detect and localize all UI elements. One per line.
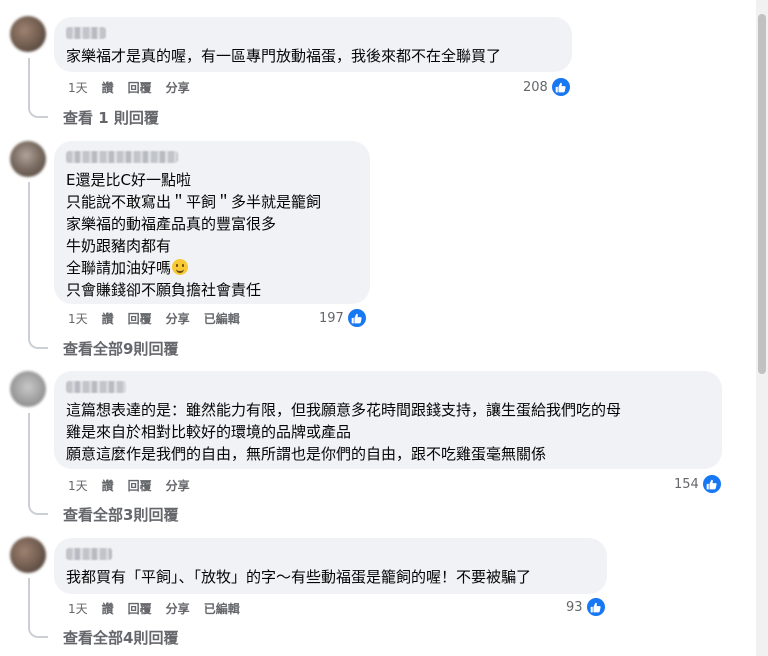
comment-line-with-emoji: 全聯請加油好嗎 bbox=[66, 257, 358, 279]
reply-button[interactable]: 回覆 bbox=[128, 477, 152, 494]
avatar[interactable] bbox=[10, 537, 46, 573]
like-button[interactable]: 讚 bbox=[102, 600, 114, 617]
view-replies-link[interactable]: 查看全部9則回覆 bbox=[63, 338, 178, 359]
reaction-count[interactable]: 197 bbox=[319, 308, 366, 328]
scrollbar[interactable] bbox=[756, 0, 768, 656]
avatar[interactable] bbox=[10, 371, 46, 407]
reaction-number: 197 bbox=[319, 310, 344, 326]
reaction-count[interactable]: 93 bbox=[566, 597, 605, 617]
comment-text: 家樂福才是真的喔，有一區專門放動福蛋，我後來都不在全聯買了 bbox=[66, 47, 502, 65]
comment-actions: 1天 讚 回覆 分享 bbox=[68, 78, 190, 96]
reply-button[interactable]: 回覆 bbox=[128, 79, 152, 96]
thread-connector bbox=[28, 578, 48, 638]
reaction-number: 154 bbox=[674, 476, 699, 492]
reply-button[interactable]: 回覆 bbox=[128, 310, 152, 327]
reaction-count[interactable]: 208 bbox=[523, 77, 570, 97]
comment-bubble: E還是比C好一點啦只能說不敢寫出＂平飼＂多半就是籠飼 家樂福的動福產品真的豐富很多… bbox=[54, 141, 370, 304]
share-button[interactable]: 分享 bbox=[166, 600, 190, 617]
comment-actions: 1天 讚 回覆 分享 已編輯 bbox=[68, 599, 240, 617]
like-button[interactable]: 讚 bbox=[102, 477, 114, 494]
share-button[interactable]: 分享 bbox=[166, 79, 190, 96]
timestamp[interactable]: 1天 bbox=[68, 79, 88, 96]
comment-bubble: 家樂福才是真的喔，有一區專門放動福蛋，我後來都不在全聯買了 bbox=[54, 17, 572, 72]
author-name-blurred[interactable] bbox=[66, 548, 112, 560]
reply-button[interactable]: 回覆 bbox=[128, 600, 152, 617]
comment-text: E還是比C好一點啦只能說不敢寫出＂平飼＂多半就是籠飼 家樂福的動福產品真的豐富很多… bbox=[66, 169, 358, 301]
edited-label: 已編輯 bbox=[203, 311, 240, 326]
comment-text: 我都買有「平飼」、「放牧」的字～有些動福蛋是籠飼的喔！不要被騙了 bbox=[66, 568, 532, 586]
reaction-count[interactable]: 154 bbox=[674, 474, 721, 494]
author-name-blurred[interactable] bbox=[66, 151, 178, 163]
comment-bubble: 這篇想表達的是：雖然能力有限，但我願意多花時間跟錢支持，讓生蛋給我們吃的母 雞是… bbox=[54, 371, 722, 469]
edited-label: 已編輯 bbox=[203, 601, 240, 616]
reaction-number: 208 bbox=[523, 79, 548, 95]
like-button[interactable]: 讚 bbox=[102, 310, 114, 327]
share-button[interactable]: 分享 bbox=[166, 477, 190, 494]
avatar[interactable] bbox=[10, 141, 46, 177]
comment-bubble: 我都買有「平飼」、「放牧」的字～有些動福蛋是籠飼的喔！不要被騙了 bbox=[54, 538, 607, 594]
comment-line: 只能說不敢寫出＂平飼＂多半就是籠飼 bbox=[66, 193, 322, 211]
view-replies-link[interactable]: 查看 1 則回覆 bbox=[63, 107, 159, 128]
view-replies-link[interactable]: 查看全部4則回覆 bbox=[63, 627, 178, 648]
author-name-blurred[interactable] bbox=[66, 27, 106, 39]
comment-line: 家樂福的動福產品真的豐富很多 bbox=[66, 215, 277, 233]
smiling-face-emoji-icon bbox=[172, 259, 189, 275]
view-replies-link[interactable]: 查看全部3則回覆 bbox=[63, 504, 178, 525]
like-button[interactable]: 讚 bbox=[102, 79, 114, 96]
avatar[interactable] bbox=[10, 16, 46, 52]
timestamp[interactable]: 1天 bbox=[68, 600, 88, 617]
thread-connector bbox=[28, 413, 48, 515]
comment-actions: 1天 讚 回覆 分享 已編輯 bbox=[68, 309, 240, 327]
reaction-number: 93 bbox=[566, 599, 583, 615]
thread-connector bbox=[28, 58, 48, 118]
comment-text: 這篇想表達的是：雖然能力有限，但我願意多花時間跟錢支持，讓生蛋給我們吃的母 雞是… bbox=[66, 401, 622, 463]
timestamp[interactable]: 1天 bbox=[68, 310, 88, 327]
like-thumb-icon bbox=[347, 309, 366, 327]
comment-line: E還是比C好一點啦 bbox=[66, 171, 191, 189]
like-thumb-icon bbox=[702, 475, 721, 493]
comment-line: 只會賺錢卻不願負擔社會責任 bbox=[66, 281, 262, 299]
share-button[interactable]: 分享 bbox=[166, 310, 190, 327]
like-thumb-icon bbox=[551, 78, 570, 96]
author-name-blurred[interactable] bbox=[66, 381, 126, 393]
comment-line: 全聯請加油好嗎 bbox=[66, 259, 172, 277]
thread-connector bbox=[28, 182, 48, 349]
comment-actions: 1天 讚 回覆 分享 bbox=[68, 476, 190, 494]
like-thumb-icon bbox=[586, 598, 605, 616]
scrollbar-thumb[interactable] bbox=[758, 14, 766, 374]
timestamp[interactable]: 1天 bbox=[68, 477, 88, 494]
comment-line: 牛奶跟豬肉都有 bbox=[66, 237, 172, 255]
